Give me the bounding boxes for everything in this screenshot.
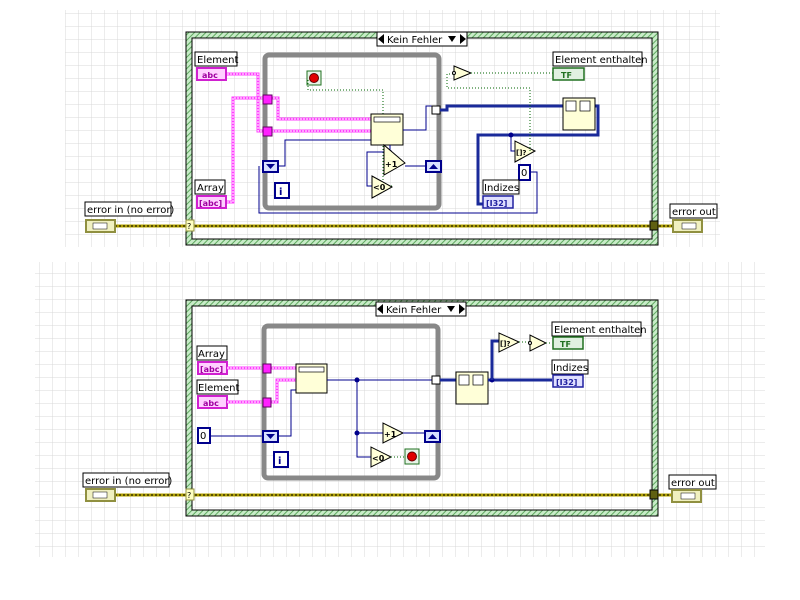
element-enthalten-value: TF — [561, 71, 572, 80]
array-label: Array — [198, 349, 225, 360]
string-tunnel — [262, 126, 273, 137]
question-icon: ? — [187, 491, 191, 500]
array-label: Array — [197, 183, 224, 194]
error-out-label: error out — [671, 478, 715, 489]
string-tunnel — [262, 363, 272, 374]
array-control-text: [abc] — [199, 199, 222, 208]
less-than-zero-label: <0 — [373, 183, 386, 192]
error-in-label: error in (no error) — [87, 205, 174, 216]
indizes-value: [I32] — [486, 199, 507, 208]
iteration-label: i — [278, 456, 281, 467]
empty-array-label: []? — [500, 340, 510, 348]
zero-constant-value: 0 — [200, 431, 206, 442]
element-control-text: abc — [203, 399, 219, 408]
element-control-text: abc — [202, 71, 218, 80]
array-control-text: [abc] — [200, 365, 223, 374]
element-label: Element — [198, 383, 239, 394]
case-selector[interactable]: Kein Fehler — [375, 301, 467, 317]
question-icon: ? — [187, 222, 191, 231]
indexing-tunnel — [431, 105, 441, 115]
error-out-label: error out — [672, 207, 716, 218]
case-selector-label: Kein Fehler — [387, 35, 443, 46]
case-selector-label: Kein Fehler — [386, 305, 442, 316]
string-tunnel — [262, 94, 273, 105]
indizes-label: Indizes — [553, 363, 588, 374]
error-out-tunnel — [649, 489, 659, 500]
indizes-label: Indizes — [484, 183, 519, 194]
case-selector[interactable]: Kein Fehler — [376, 31, 468, 47]
error-in-label: error in (no error) — [85, 476, 172, 487]
zero-constant-value: 0 — [521, 168, 527, 179]
element-enthalten-value: TF — [560, 340, 571, 349]
indexing-tunnel — [431, 375, 441, 385]
iteration-label: i — [279, 187, 282, 198]
labview-block-diagrams: Kein Fehler error in (no error) ? error … — [35, 10, 765, 557]
element-enthalten-label: Element enthalten — [555, 55, 648, 66]
less-than-zero-label: <0 — [372, 454, 385, 463]
increment-label: +1 — [385, 160, 398, 169]
element-label: Element — [197, 55, 238, 66]
increment-label: +1 — [384, 430, 397, 439]
string-tunnel — [262, 397, 272, 408]
indizes-value: [I32] — [556, 378, 577, 387]
element-enthalten-label: Element enthalten — [554, 325, 647, 336]
error-out-tunnel — [649, 220, 659, 231]
empty-array-label: []? — [516, 149, 526, 157]
